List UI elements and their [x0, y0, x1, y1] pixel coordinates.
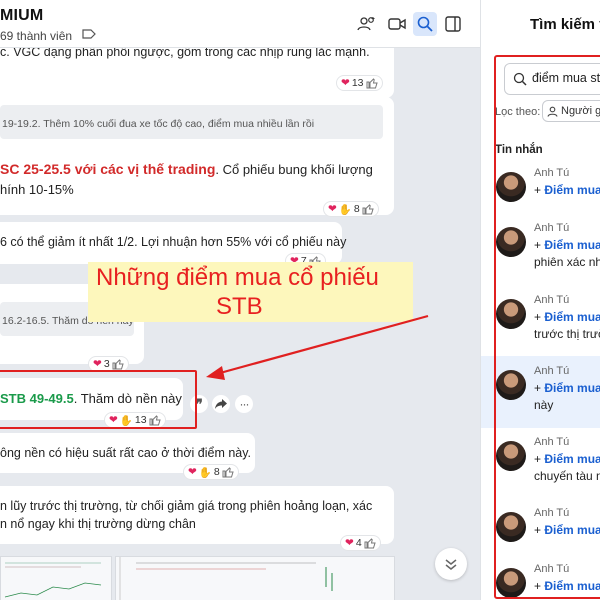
clap-icon: ✋ — [338, 203, 352, 216]
heart-icon: ❤ — [93, 358, 102, 370]
annotation-line2: STB — [216, 293, 263, 320]
add-member-button[interactable] — [355, 12, 379, 36]
heart-icon: ❤ — [341, 77, 350, 89]
reaction-count: 13 — [351, 77, 364, 89]
share-icon[interactable] — [212, 395, 230, 413]
clap-icon: ✋ — [198, 466, 212, 479]
message-text-line2: hính 10-15% — [0, 182, 74, 197]
video-call-icon — [388, 18, 406, 30]
heart-icon: ❤ — [345, 537, 354, 549]
video-call-button[interactable] — [385, 12, 409, 36]
results-highlight-box — [494, 55, 600, 599]
reaction-count: 8 — [213, 466, 220, 478]
reaction-count: 4 — [355, 537, 362, 549]
chart-image-attachment[interactable] — [0, 556, 112, 600]
reaction-bar[interactable]: ❤ 4 — [340, 535, 381, 551]
scroll-to-bottom-button[interactable] — [435, 548, 467, 580]
reaction-bar[interactable]: ❤ 13 — [336, 75, 383, 91]
more-icon[interactable]: ··· — [235, 395, 253, 413]
thumbs-up-icon — [362, 204, 374, 215]
search-icon — [417, 16, 433, 32]
chat-header: MIUM 69 thành viên — [0, 0, 480, 48]
message-bubble: n lũy trước thị trường, từ chối giảm giá… — [0, 486, 394, 544]
chevron-down-icon — [445, 559, 457, 570]
chart-image-attachment[interactable] — [115, 556, 395, 600]
tag-icon[interactable] — [82, 29, 96, 39]
reaction-bar[interactable]: ❤ ✋ 8 — [323, 201, 379, 217]
panel-title: Tìm kiếm t — [530, 16, 600, 33]
message-text: 6 có thể giảm ít nhất 1/2. Lợi nhuận hơn… — [0, 235, 347, 249]
message-text: n lũy trước thị trường, từ chối giảm giá… — [0, 499, 373, 513]
quoted-text: 19-19.2. Thêm 10% cuối đua xe tốc độ cao… — [2, 118, 315, 130]
thumbs-up-icon — [364, 538, 376, 549]
heart-icon: ❤ — [328, 203, 337, 215]
message-text-rest: . Cổ phiếu bung khối lượng — [215, 162, 373, 177]
sidebar-toggle-button[interactable] — [441, 12, 465, 36]
reaction-count: 3 — [103, 358, 110, 370]
sidebar-toggle-icon — [445, 16, 461, 32]
thumbs-up-icon — [366, 78, 378, 89]
member-count[interactable]: 69 thành viên — [0, 29, 72, 43]
annotation-callout: Những điểm mua cổ phiếu STB — [88, 262, 413, 322]
chart-thumbnail — [4, 562, 102, 598]
quoted-message: 19-19.2. Thêm 10% cuối đua xe tốc độ cao… — [0, 105, 383, 139]
search-panel: Tìm kiếm t Lọc theo: Người g Tin nhắn An… — [480, 0, 600, 600]
annotation-line1: Những điểm mua cổ phiếu — [96, 264, 379, 291]
thumbs-up-icon — [112, 359, 124, 370]
message-text-line2: n nổ ngay khi thị trường dừng chân — [0, 517, 196, 531]
reaction-bar[interactable]: ❤ ✋ 8 — [183, 464, 239, 480]
trading-buy-point: SC 25-25.5 với các vị thế trading — [0, 161, 216, 177]
message-bubble: 19-19.2. Thêm 10% cuối đua xe tốc độ cao… — [0, 97, 394, 215]
add-member-icon — [357, 17, 375, 31]
message-text: SC 25-25.5 với các vị thế trading. Cổ ph… — [0, 161, 373, 178]
chat-title[interactable]: MIUM — [0, 7, 43, 25]
thumbs-up-icon — [222, 467, 234, 478]
highlight-box — [0, 370, 197, 429]
search-button[interactable] — [413, 12, 437, 36]
chat-area: c. VGC dạng phân phối ngược, gồm trong c… — [0, 0, 480, 600]
chart-thumbnail — [119, 557, 333, 600]
message-text: ông nền có hiệu suất rất cao ở thời điểm… — [0, 446, 252, 460]
heart-icon: ❤ — [188, 466, 197, 478]
reaction-count: 8 — [353, 203, 360, 215]
